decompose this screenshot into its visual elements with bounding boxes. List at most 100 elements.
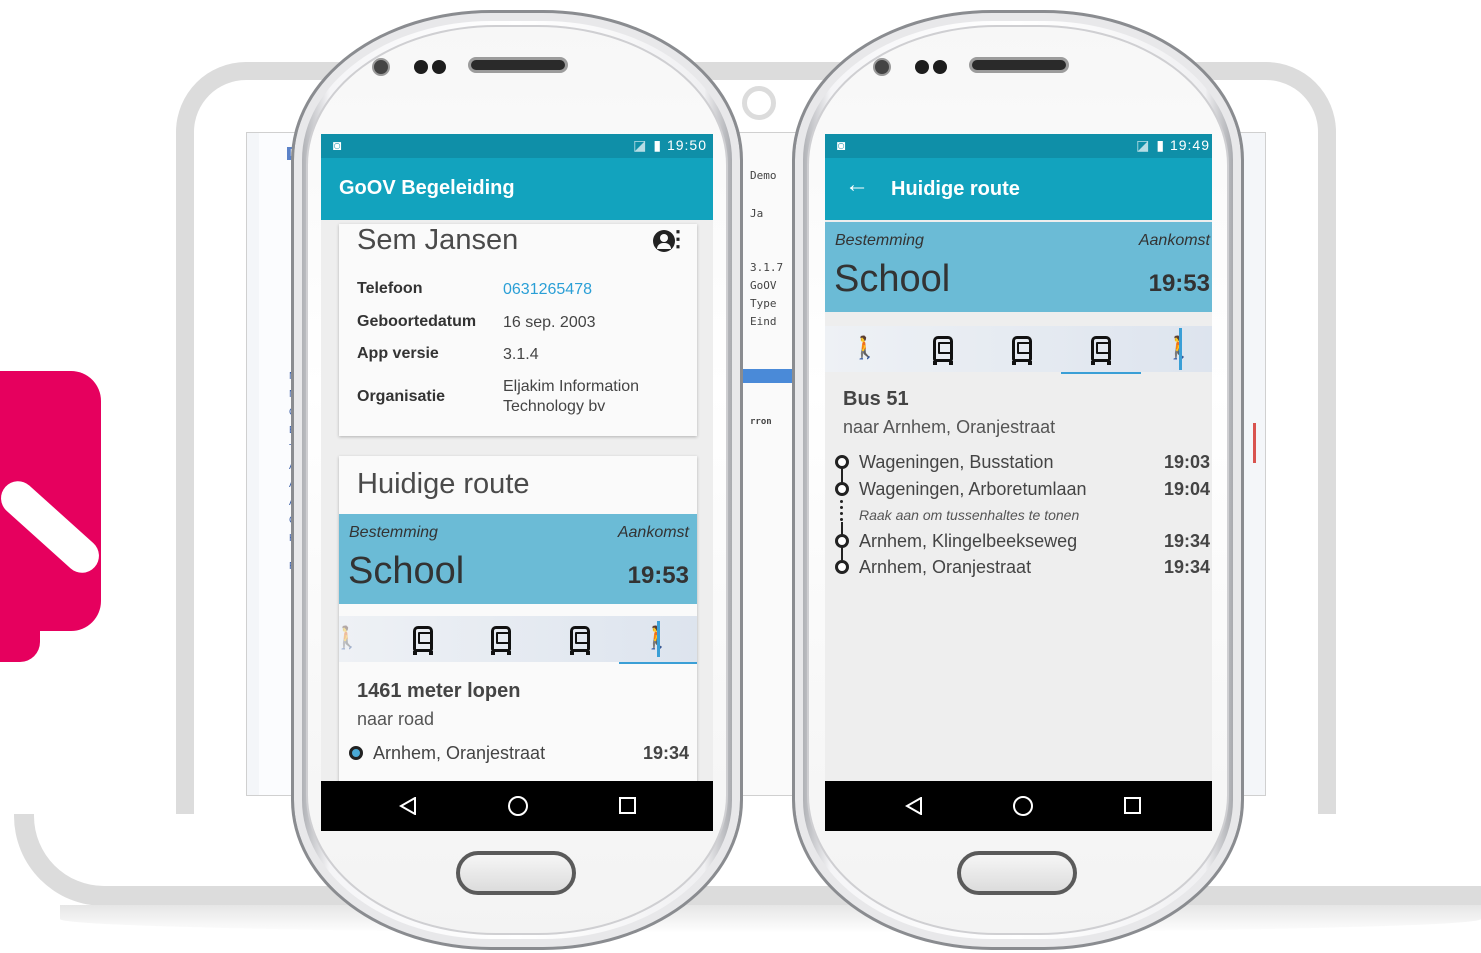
back-arrow-icon[interactable]: ← bbox=[845, 171, 869, 199]
stop-time: 19:34 bbox=[1163, 557, 1210, 577]
bus-icon[interactable] bbox=[1012, 336, 1032, 365]
sensor-icon bbox=[432, 60, 446, 74]
sensor-icon bbox=[915, 60, 929, 74]
leg-subtitle: naar Arnhem, Oranjestraat bbox=[843, 417, 1056, 437]
intermediate-stops-hint[interactable]: Raak aan om tussenhaltes te tonen bbox=[859, 507, 1079, 523]
arrival-label: Aankomst bbox=[617, 524, 689, 541]
back-icon[interactable] bbox=[399, 797, 417, 815]
front-camera-icon bbox=[873, 58, 891, 76]
no-sim-icon: ◪ bbox=[1136, 137, 1151, 153]
birthdate-value: 16 sep. 2003 bbox=[503, 314, 596, 331]
battery-icon: ▮ bbox=[653, 137, 663, 153]
stop-marker-icon bbox=[835, 455, 849, 469]
info-label-birthdate: Geboortedatum bbox=[357, 313, 477, 330]
recents-icon[interactable] bbox=[1124, 797, 1141, 814]
app-version-value: 3.1.4 bbox=[503, 346, 539, 363]
destination-box: Bestemming Aankomst School 19:53 bbox=[339, 514, 697, 604]
phone-left-screen: ◙ ◪ ▮ 19:50 GoOV Begeleiding Sem Jansen ⋮… bbox=[321, 134, 713, 831]
stop-marker-icon bbox=[835, 482, 849, 496]
android-nav-bar bbox=[825, 781, 1212, 831]
route-legs-strip[interactable]: 🚶 🚶 bbox=[333, 616, 697, 664]
status-bar: ◙ ◪ ▮ 19:49 bbox=[825, 134, 1212, 158]
laptop-red-marker bbox=[1253, 423, 1256, 463]
destination-value: School bbox=[348, 550, 465, 592]
laptop-detail-text: GoOV bbox=[750, 279, 777, 292]
brand-logo-tail bbox=[0, 610, 40, 662]
stop-time: 19:03 bbox=[1163, 452, 1210, 472]
route-card-title: Huidige route bbox=[357, 468, 530, 500]
phone-right-screen: ◙ ◪ ▮ 19:49 ← Huidige route Bestemming Aa… bbox=[825, 134, 1212, 831]
bus-icon[interactable] bbox=[570, 626, 590, 655]
front-camera-icon bbox=[372, 58, 390, 76]
android-nav-bar bbox=[321, 781, 713, 831]
speaker-grille bbox=[969, 57, 1069, 73]
stop-name[interactable]: Wageningen, Arboretumlaan bbox=[859, 479, 1086, 500]
leg-scroll-marker bbox=[657, 621, 660, 657]
home-hardware-button[interactable] bbox=[456, 851, 576, 895]
laptop-detail-text: Type bbox=[750, 297, 777, 310]
home-icon[interactable] bbox=[508, 796, 528, 816]
user-name: Sem Jansen bbox=[357, 224, 519, 256]
bus-icon[interactable] bbox=[1091, 336, 1111, 365]
laptop-shadow bbox=[60, 905, 1481, 933]
leg-subtitle: naar road bbox=[357, 709, 435, 729]
stop-name: Arnhem, Oranjestraat bbox=[373, 743, 546, 763]
phone-link[interactable]: 0631265478 bbox=[503, 280, 592, 300]
sensor-icon bbox=[933, 60, 947, 74]
stop-marker-icon bbox=[835, 560, 849, 574]
more-menu-icon[interactable]: ⋮ bbox=[667, 228, 689, 250]
stop-marker-icon bbox=[835, 534, 849, 548]
status-time: 19:50 bbox=[666, 137, 707, 153]
intermediate-stops-dots[interactable] bbox=[840, 500, 843, 524]
leg-title: Bus 51 bbox=[843, 388, 909, 410]
walk-icon[interactable]: 🚶 bbox=[851, 334, 879, 362]
walk-icon[interactable]: 🚶 bbox=[333, 624, 361, 652]
speaker-grille bbox=[468, 57, 568, 73]
laptop-detail-text: Demo bbox=[750, 169, 777, 182]
leg-scroll-marker bbox=[1179, 328, 1182, 370]
bus-icon[interactable] bbox=[491, 626, 511, 655]
info-label-app-version: App versie bbox=[357, 345, 439, 362]
laptop-camera bbox=[742, 86, 776, 120]
profile-card[interactable]: Sem Jansen ⋮ Telefoon 0631265478 Geboort… bbox=[339, 224, 697, 436]
route-legs-strip[interactable]: 🚶 🚶 bbox=[825, 326, 1212, 374]
info-label-organisation: Organisatie bbox=[357, 388, 446, 405]
destination-label: Bestemming bbox=[835, 232, 924, 249]
recents-icon[interactable] bbox=[619, 797, 636, 814]
laptop-detail-text: rron bbox=[750, 417, 772, 427]
destination-box: Bestemming Aankomst School 19:53 bbox=[825, 222, 1212, 312]
info-label-phone: Telefoon bbox=[357, 280, 423, 297]
arrival-time: 19:53 bbox=[1148, 270, 1210, 297]
stop-name[interactable]: Arnhem, Oranjestraat bbox=[859, 557, 1031, 578]
laptop-detail-text: Eind bbox=[750, 315, 777, 328]
stop-time: 19:34 bbox=[642, 743, 689, 763]
status-icons: ◪ ▮ 19:50 bbox=[633, 137, 707, 154]
destination-label: Bestemming bbox=[349, 524, 438, 541]
stop-name[interactable]: Arnhem, Klingelbeekseweg bbox=[859, 531, 1077, 552]
app-title: GoOV Begeleiding bbox=[339, 177, 515, 199]
home-icon[interactable] bbox=[1013, 796, 1033, 816]
android-icon: ◙ bbox=[333, 137, 342, 153]
laptop-base bbox=[14, 814, 1481, 906]
selected-leg-indicator bbox=[1061, 372, 1141, 374]
home-hardware-button[interactable] bbox=[957, 851, 1077, 895]
android-icon: ◙ bbox=[837, 137, 846, 153]
app-bar: ← Huidige route bbox=[825, 158, 1212, 220]
route-card[interactable]: Huidige route Bestemming Aankomst School… bbox=[333, 456, 697, 786]
battery-icon: ▮ bbox=[1156, 137, 1166, 153]
back-icon[interactable] bbox=[905, 797, 923, 815]
stop-time: 19:04 bbox=[1163, 479, 1210, 499]
leg-title: 1461 meter lopen bbox=[357, 680, 521, 702]
laptop-detail-text: 3.1.7 bbox=[750, 261, 784, 274]
stop-time: 19:34 bbox=[1163, 531, 1210, 551]
selected-leg-indicator bbox=[619, 662, 697, 664]
app-bar: GoOV Begeleiding bbox=[321, 158, 713, 220]
arrival-time: 19:53 bbox=[627, 562, 689, 589]
stop-name[interactable]: Wageningen, Busstation bbox=[859, 452, 1053, 473]
status-bar: ◙ ◪ ▮ 19:50 bbox=[321, 134, 713, 158]
stop-marker-icon bbox=[349, 746, 363, 760]
status-icons: ◪ ▮ 19:49 bbox=[1136, 137, 1210, 154]
bus-icon[interactable] bbox=[933, 336, 953, 365]
bus-icon[interactable] bbox=[413, 626, 433, 655]
sensor-icon bbox=[414, 60, 428, 74]
